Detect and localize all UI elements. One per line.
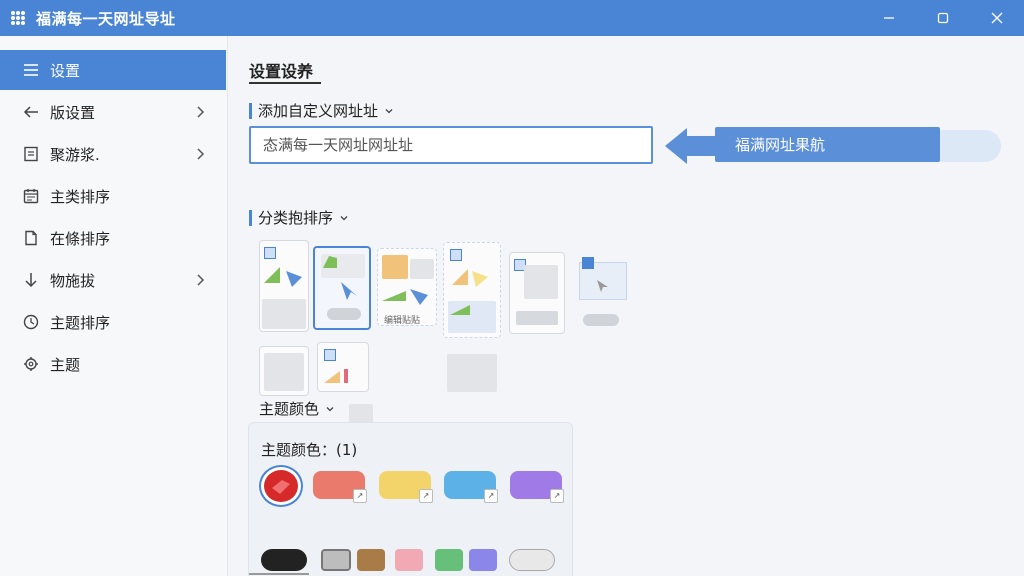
theme-swatch-green[interactable]	[435, 549, 463, 571]
check-icon	[272, 480, 290, 494]
theme-swatch-violet[interactable]	[469, 549, 497, 571]
sidebar-item-label: 主题	[50, 355, 81, 374]
sidebar-item-label: 主类排序	[50, 187, 111, 206]
close-button[interactable]	[970, 0, 1024, 36]
add-url-section-label[interactable]: 添加自定义网址址	[249, 100, 394, 121]
layout-thumbnail[interactable]: 编辑贴贴	[377, 248, 437, 326]
window-title: 福满每一天网址导址	[36, 9, 176, 28]
chart-wedge-icon	[382, 289, 428, 305]
chevron-down-icon	[326, 406, 334, 411]
add-url-label: 添加自定义网址址	[258, 102, 379, 120]
calendar-icon	[20, 185, 42, 207]
title-bar: 福满每一天网址导址	[0, 0, 1024, 36]
cursor-arrow-icon	[597, 280, 608, 292]
chart-wedge-icon	[264, 267, 302, 287]
arrow-left-pointer-icon	[665, 128, 719, 164]
minimize-icon	[884, 17, 894, 19]
arrow-left-icon	[20, 101, 42, 123]
minimize-button[interactable]	[862, 0, 916, 36]
chart-wedge-icon	[324, 369, 348, 383]
sidebar-item-label: 在條排序	[50, 229, 111, 248]
cursor-arrow-icon	[341, 282, 357, 300]
theme-color-panel: 主题颜色：(1) ↗ ↗ ↗ ↗	[248, 422, 573, 576]
maximize-icon	[937, 12, 949, 24]
sidebar-item-label: 版设置	[50, 103, 96, 122]
clock-icon	[20, 311, 42, 333]
category-sort-section-label[interactable]: 分类抱排序	[249, 207, 349, 228]
maximize-button[interactable]	[916, 0, 970, 36]
document-icon	[20, 227, 42, 249]
sidebar-item-label: 聚游浆.	[50, 145, 100, 164]
chevron-right-icon	[197, 274, 205, 286]
sidebar-item-settings[interactable]: 设置	[0, 50, 226, 90]
category-sort-label: 分类抱排序	[258, 209, 334, 227]
sidebar-item-item-sort[interactable]: 在條排序	[0, 218, 226, 258]
url-input[interactable]	[249, 126, 653, 164]
close-icon	[991, 12, 1003, 24]
sidebar-item-version-settings[interactable]: 版设置	[0, 92, 226, 132]
theme-swatch-white[interactable]	[509, 549, 555, 571]
sidebar-item-category-sort[interactable]: 主类排序	[0, 176, 226, 216]
thumbnail-caption: 编辑贴贴	[384, 316, 421, 326]
theme-swatch-purple[interactable]: ↗	[510, 471, 564, 503]
layout-thumbnail[interactable]	[509, 252, 565, 334]
edit-icon: ↗	[550, 489, 564, 503]
arrow-down-icon	[20, 269, 42, 291]
theme-color-label: 主题颜色	[259, 400, 320, 418]
layout-thumbnail[interactable]	[259, 240, 309, 332]
menu-icon	[20, 59, 42, 81]
next-section-partial	[249, 573, 309, 575]
layout-thumbnail[interactable]	[317, 342, 369, 392]
theme-swatch-black[interactable]	[261, 549, 307, 571]
chevron-right-icon	[197, 148, 205, 160]
main-panel: 设置设养 添加自定义网址址 福满网址果航 分类抱排序 编辑贴贴	[229, 36, 1024, 576]
thumbnail-label	[583, 314, 619, 326]
chevron-right-icon	[197, 106, 205, 118]
layout-thumbnail-selected[interactable]	[313, 246, 371, 330]
section-accent-bar	[249, 102, 252, 119]
theme-swatch-yellow[interactable]: ↗	[379, 471, 433, 503]
app-grid-icon	[0, 0, 36, 36]
theme-color-section-label[interactable]: 主题颜色	[259, 398, 335, 419]
sidebar-item-label: 物施拔	[50, 271, 96, 290]
sidebar: 设置 版设置 聚游浆. 主类排序 在條排序 物施拔 主题排序 主题	[0, 36, 228, 576]
theme-swatch-pink[interactable]	[395, 549, 423, 571]
layout-thumbnail[interactable]	[443, 242, 501, 338]
theme-swatch-coral[interactable]: ↗	[313, 471, 367, 503]
edit-icon: ↗	[353, 489, 367, 503]
chart-wedge-icon	[450, 305, 470, 315]
sidebar-item-object-drag[interactable]: 物施拔	[0, 260, 226, 300]
edit-icon: ↗	[419, 489, 433, 503]
chart-wedge-icon	[323, 256, 337, 268]
sidebar-item-theme[interactable]: 主题	[0, 344, 226, 384]
layout-thumbnail[interactable]	[579, 257, 627, 300]
edit-icon: ↗	[484, 489, 498, 503]
placeholder-block	[447, 354, 497, 392]
chevron-down-icon	[340, 215, 348, 220]
placeholder-block	[349, 404, 373, 424]
bookmark-icon	[20, 143, 42, 165]
theme-swatch-brown[interactable]	[357, 549, 385, 571]
sidebar-item-favorites[interactable]: 聚游浆.	[0, 134, 226, 174]
callout-label: 福满网址果航	[715, 127, 940, 162]
title-underline	[249, 82, 321, 84]
section-accent-bar	[249, 209, 252, 226]
theme-swatch-red-selected[interactable]	[261, 467, 301, 505]
sidebar-item-label: 主题排序	[50, 313, 111, 332]
sidebar-item-label: 设置	[50, 61, 81, 80]
theme-swatch-blue[interactable]: ↗	[444, 471, 498, 503]
chart-wedge-icon	[452, 269, 488, 287]
page-title: 设置设养	[249, 62, 314, 81]
palette-icon	[20, 353, 42, 375]
theme-swatch-gray[interactable]	[321, 549, 351, 571]
chevron-down-icon	[385, 108, 393, 113]
theme-panel-title: 主题颜色：(1)	[261, 441, 358, 459]
layout-thumbnail[interactable]	[259, 346, 309, 396]
sidebar-item-theme-sort[interactable]: 主题排序	[0, 302, 226, 342]
